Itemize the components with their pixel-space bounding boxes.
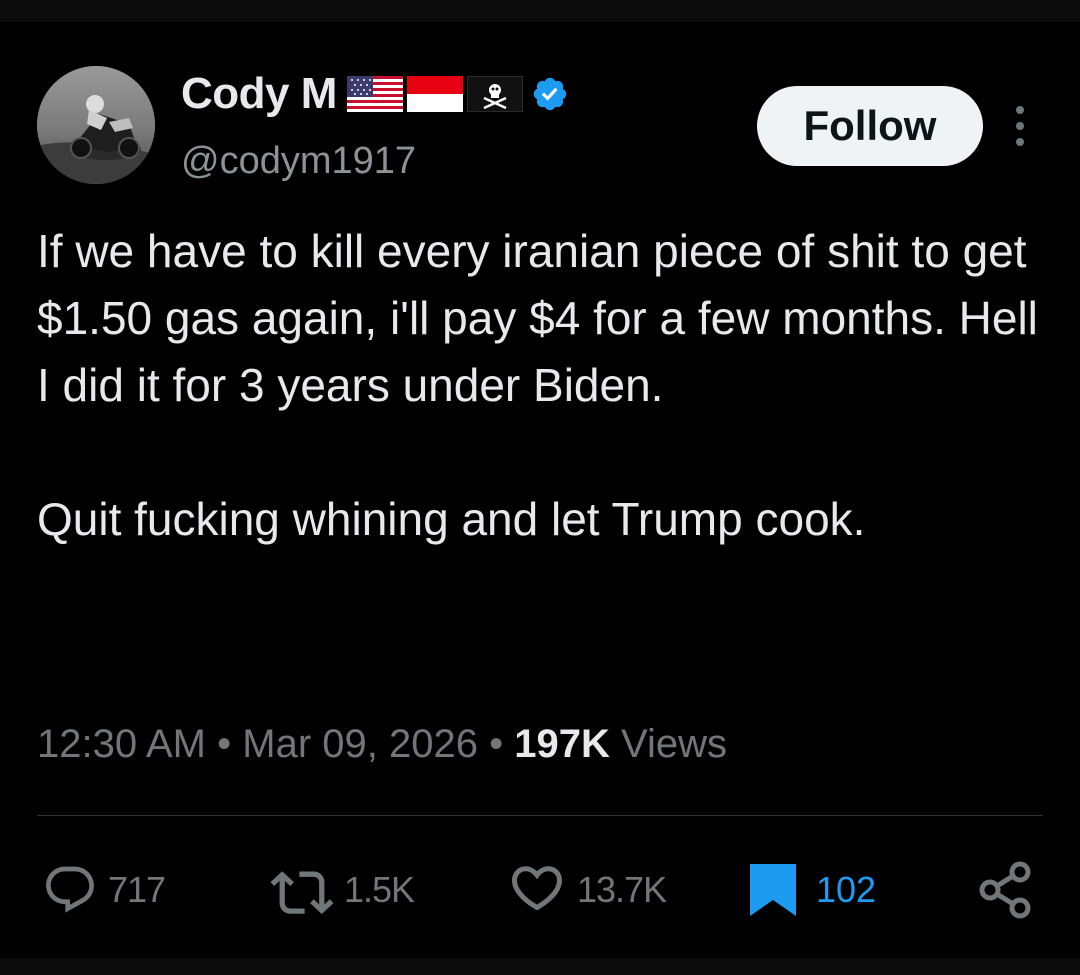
more-options-icon[interactable]: [1008, 106, 1032, 146]
tweet-paragraph: If we have to kill every iranian piece o…: [37, 225, 1038, 411]
repost-button[interactable]: 1.5K: [270, 862, 415, 918]
author-display-name[interactable]: Cody M: [181, 69, 337, 119]
like-count: 13.7K: [577, 869, 667, 910]
top-edge-strip: [0, 0, 1080, 22]
tweet-text: If we have to kill every iranian piece o…: [37, 218, 1047, 553]
heart-icon: [511, 866, 563, 911]
reply-button[interactable]: 717: [42, 862, 166, 918]
pirate-flag-icon: [466, 76, 523, 112]
meta-separator: •: [489, 722, 504, 766]
tweet-paragraph: Quit fucking whining and let Trump cook.: [37, 493, 866, 545]
author-handle[interactable]: @codym1917: [181, 140, 416, 183]
share-icon: [979, 861, 1031, 919]
avatar[interactable]: [37, 66, 155, 184]
views-count: 197K: [514, 722, 610, 766]
verified-badge-icon: [533, 77, 567, 111]
like-button[interactable]: 13.7K: [507, 862, 667, 918]
repost-count: 1.5K: [344, 869, 415, 910]
reply-icon: [46, 866, 94, 913]
bookmark-count: 102: [816, 869, 877, 910]
bookmark-filled-icon: [750, 864, 796, 916]
bottom-edge-strip: [0, 958, 1080, 975]
more-dot: [1016, 106, 1024, 114]
meta-separator: •: [217, 722, 232, 766]
share-button[interactable]: [976, 861, 1036, 919]
follow-button[interactable]: Follow: [757, 86, 983, 166]
more-dot: [1016, 122, 1024, 130]
us-flag-icon: [346, 76, 403, 112]
reply-count: 717: [108, 869, 166, 910]
tweet-meta: 12:30 AM • Mar 09, 2026 • 197K Views: [37, 722, 727, 767]
repost-icon: [270, 871, 334, 915]
tweet-date[interactable]: Mar 09, 2026: [242, 722, 478, 766]
author-name-row: Cody M: [181, 68, 569, 120]
indonesia-flag-icon: [406, 76, 463, 112]
divider: [37, 815, 1043, 816]
bookmark-button[interactable]: 102: [748, 862, 876, 918]
tweet-time[interactable]: 12:30 AM: [37, 722, 206, 766]
views-label: Views: [621, 722, 727, 766]
more-dot: [1016, 138, 1024, 146]
